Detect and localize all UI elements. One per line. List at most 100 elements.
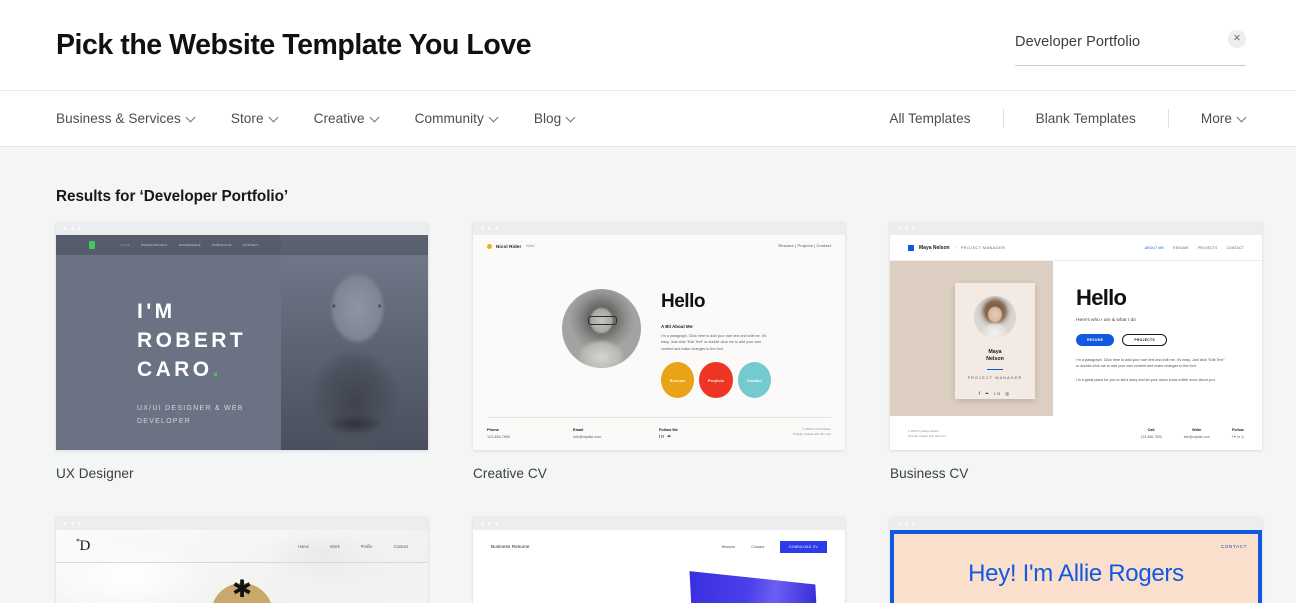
preview-nav-item: CONTACT [242,243,259,247]
hero-tagline: Here's who I am & what I do [1076,318,1136,323]
preview-nav-item: Work [329,543,340,549]
chrome-dot-icon [495,522,498,525]
nav-item-store[interactable]: Store [231,105,278,132]
template-grid: HOME PROFESSIONAL EXPERIENCE PORTFOLIO C… [56,222,1262,603]
decorative-shape [689,571,819,603]
hero-line-1: I'M [137,300,176,323]
chrome-dot-icon [481,227,484,230]
preview-nav-item-contact: CONTACT [1220,544,1247,549]
template-cell: CONTACT Hey! I'm Allie Rogers [890,517,1262,603]
template-card-ux-designer[interactable]: HOME PROFESSIONAL EXPERIENCE PORTFOLIO C… [56,222,428,450]
browser-chrome [56,222,428,235]
nav-right-group: All Templates Blank Templates More [889,105,1246,132]
credit-line-2: Proudly created with Wix.com [908,434,947,438]
chrome-dot-icon [912,522,915,525]
preview-nav-item: CONTACT [1226,245,1244,250]
social-icons: in ✒ [659,434,673,440]
hero-line-2: ROBERT [137,329,247,352]
preview-nav-item: Contact [751,544,765,549]
logo-letter: D [79,538,91,554]
hero-name: CARO [137,358,213,381]
chrome-dot-icon [78,227,81,230]
nav-item-community[interactable]: Community [415,105,498,132]
search-input[interactable] [1015,33,1200,56]
chrome-dot-icon [905,227,908,230]
preview-navbar: Maya Nelson / PROJECT MANAGER ABOUT ME R… [890,235,1262,261]
preview-logo-sub: Editor [526,244,535,248]
preview-footer: © 2023 by Maya Nelson. Proudly created w… [908,428,1244,439]
preview-nav-item: Home [297,543,309,549]
preview-creative-cv: Nicol Rider Editor Resume | Projects | C… [473,235,845,450]
template-card-business-resume[interactable]: Business Resume Resume Contact DOWNLOAD … [473,517,845,603]
chevron-down-icon [490,113,498,121]
avatar [974,296,1016,338]
footer-heading: Call [1147,428,1155,432]
preview-button-download-cv: DOWNLOAD CV [780,540,827,553]
nav-item-creative[interactable]: Creative [314,105,379,132]
chrome-dot-icon [898,522,901,525]
template-card-creative-cv[interactable]: Nicol Rider Editor Resume | Projects | C… [473,222,845,450]
preview-nav-item: Contact [393,543,408,549]
preview-nav-item: PROFESSIONAL [141,243,168,247]
footer-heading: Email [573,427,584,432]
search-field[interactable]: ✕ [1015,24,1246,66]
grid-row-spacer [890,481,1262,517]
close-icon[interactable]: ✕ [1228,30,1246,48]
template-card-business-cv[interactable]: Maya Nelson / PROJECT MANAGER ABOUT ME R… [890,222,1262,450]
template-card-allie-rogers[interactable]: CONTACT Hey! I'm Allie Rogers [890,517,1262,603]
template-label: Business CV [890,466,969,481]
template-preview: *D Home Work Profile Contact ✱ [56,530,428,603]
footer-column-call: Call 123-456-7890 [1141,428,1162,439]
preview-nav-item: PORTFOLIO [211,243,232,247]
nav-item-all-templates[interactable]: All Templates [889,105,970,132]
template-preview: Business Resume Resume Contact DOWNLOAD … [473,530,845,603]
template-cell: *D Home Work Profile Contact ✱ [56,517,428,603]
template-cell: Maya Nelson / PROJECT MANAGER ABOUT ME R… [890,222,1262,481]
template-cell: HOME PROFESSIONAL EXPERIENCE PORTFOLIO C… [56,222,428,481]
footer-credit: © 2023 by Nicol Rider. Proudly created w… [745,427,831,440]
results-content: Results for ‘Developer Portfolio’ HOME P… [0,188,1296,603]
footer-value: info@mysite.com [1183,435,1210,439]
preview-allie-rogers: CONTACT Hey! I'm Allie Rogers [890,530,1262,603]
nav-label: Business & Services [56,111,181,126]
hero-line-3: CARO. [137,355,246,384]
nav-label: Blog [533,111,562,126]
hero-paragraph: I'm a paragraph. Click here to add your … [661,334,767,351]
credit-line-2: Proudly created with Wix.com [792,432,831,436]
nav-item-blog[interactable]: Blog [534,105,575,132]
asterisk-icon: ✱ [231,576,253,603]
preview-button-group: Resume Projects Contact [661,362,771,399]
browser-chrome [890,517,1262,530]
profile-card-name: Maya Nelson [986,349,1004,363]
footer-column-follow: Follow f ✒ in ◎ [1232,428,1244,439]
preview-button-resume: RESUME [1076,334,1115,346]
profile-name-line-2: Nelson [986,356,1004,362]
page-title: Pick the Website Template You Love [56,28,532,61]
footer-value: 123-456-7890 [487,435,510,439]
footer-heading: Follow [1232,428,1244,432]
preview-nav-items: Home Work Profile Contact [298,544,408,549]
nav-item-blank-templates[interactable]: Blank Templates [1036,105,1136,132]
hero-heading: Hello [1076,285,1127,310]
hero-heading: Hello [661,291,705,312]
preview-footer: Phone 123-456-7890 Email info@mysite.com… [487,427,831,440]
nav-item-more[interactable]: More [1201,105,1246,132]
social-icons: f ✒ in ◎ [1231,435,1244,439]
template-preview: HOME PROFESSIONAL EXPERIENCE PORTFOLIO C… [56,235,428,450]
preview-logo-divider: / [954,245,956,250]
preview-logo: Nicol Rider [496,243,522,249]
chrome-dot-icon [71,522,74,525]
logo-icon [487,243,492,249]
chrome-dot-icon [488,522,491,525]
template-card-marble-portfolio[interactable]: *D Home Work Profile Contact ✱ [56,517,428,603]
preview-business-cv: Maya Nelson / PROJECT MANAGER ABOUT ME R… [890,235,1262,450]
footer-credit: © 2023 by Maya Nelson. Proudly created w… [908,429,946,439]
footer-column-follow: Follow Me in ✒ [659,427,745,440]
preview-nav-items: ABOUT ME RESUME PROJECTS CONTACT [1145,246,1244,250]
nav-item-business-services[interactable]: Business & Services [56,105,195,132]
browser-chrome [56,517,428,530]
preview-button-resume: Resume [661,362,695,399]
page-header: Pick the Website Template You Love ✕ [0,0,1296,90]
preview-navbar: HOME PROFESSIONAL EXPERIENCE PORTFOLIO C… [56,235,428,255]
chrome-dot-icon [898,227,901,230]
